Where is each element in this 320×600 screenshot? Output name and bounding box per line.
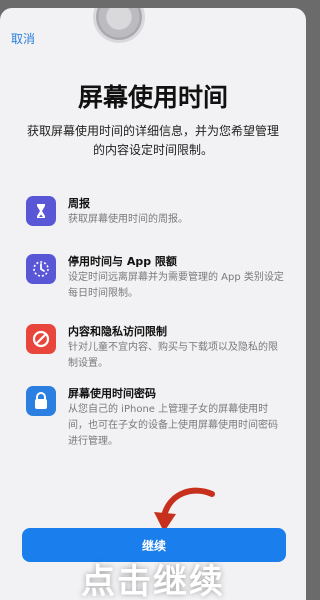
downtime-icon	[26, 254, 56, 284]
feature-title: 停用时间与 App 限额	[68, 255, 177, 268]
tutorial-caption: 点击继续	[81, 562, 225, 600]
feature-description: 从您自己的 iPhone 上管理子女的屏幕使用时间，也可在子女的设备上使用屏幕使…	[68, 404, 278, 447]
feature-title: 内容和隐私访问限制	[68, 325, 167, 338]
feature-title: 屏幕使用时间密码	[68, 387, 156, 400]
lock-icon	[26, 386, 56, 416]
feature-description: 获取屏幕使用时间的周报。	[68, 214, 188, 225]
screen-time-sheet: 取消 屏幕使用时间 获取屏幕使用时间的详细信息，并为您希望管理的内容设定时间限制…	[0, 8, 306, 600]
restriction-icon	[26, 324, 56, 354]
feature-description: 设定时间远离屏幕并为需要管理的 App 类别设定每日时间限制。	[68, 272, 284, 299]
feature-description: 针对儿童不宜内容、购买与下载项以及隐私的限制设置。	[68, 342, 278, 369]
feature-title: 周报	[68, 197, 90, 210]
hourglass-icon	[26, 196, 56, 226]
cancel-button[interactable]: 取消	[11, 30, 35, 47]
page-title: 屏幕使用时间	[77, 83, 228, 112]
assistive-touch-button[interactable]	[96, 8, 142, 40]
page-subtitle: 获取屏幕使用时间的详细信息，并为您希望管理的内容设定时间限制。	[26, 124, 279, 157]
